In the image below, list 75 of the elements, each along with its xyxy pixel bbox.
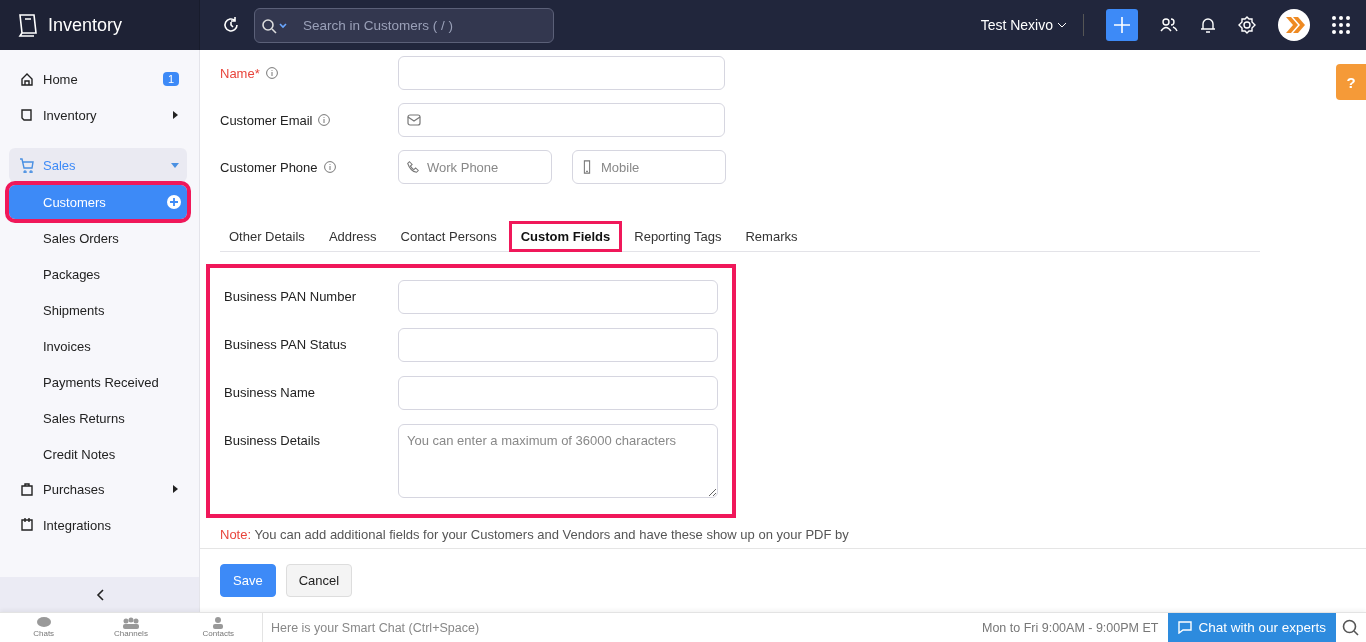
chat-icon (1178, 621, 1193, 634)
text-field[interactable] (398, 280, 718, 314)
cart-icon (19, 157, 35, 173)
sidebar-subitem[interactable]: Sales Orders (9, 221, 187, 255)
field-label: Business PAN Number (224, 288, 357, 304)
plus-icon (1113, 16, 1131, 34)
sidebar-subitem[interactable]: Credit Notes (9, 437, 187, 471)
bell-icon[interactable] (1200, 16, 1216, 34)
details-textarea[interactable]: You can enter a maximum of 36000 characters (398, 424, 718, 498)
caret-right-icon (171, 485, 179, 493)
footer-tab[interactable]: Chats (0, 613, 88, 642)
footer-tab[interactable]: Channels (87, 613, 175, 642)
note-text: Note: You can add additional fields for your Customers and Vendors and have these show up on your PDF by (220, 526, 850, 544)
plus-circle-icon[interactable] (167, 195, 181, 209)
field-label: Name* (220, 65, 260, 81)
bag-icon (19, 481, 35, 497)
field-label: Customer Phone (220, 159, 318, 175)
sidebar-label: Integrations (43, 517, 112, 533)
chat-with-experts-button[interactable]: Chat with our experts (1168, 613, 1336, 642)
home-icon (19, 71, 35, 87)
chat-bubble-icon (34, 617, 53, 629)
search-icon[interactable] (261, 17, 287, 34)
search-icon[interactable] (1342, 618, 1360, 637)
sidebar-item[interactable]: Integrations (9, 508, 187, 542)
footer-tab[interactable]: Contacts (174, 613, 262, 642)
sidebar-item[interactable]: Inventory (9, 98, 187, 132)
phone-icon (406, 160, 420, 174)
tab[interactable]: Contact Persons (391, 224, 506, 249)
app-grid-icon[interactable] (1332, 16, 1350, 34)
tab[interactable]: Remarks (736, 224, 807, 249)
sidebar-subitem[interactable]: Payments Received (9, 365, 187, 399)
count-badge: 1 (162, 72, 179, 86)
phone-field[interactable]: Work Phone (398, 150, 552, 184)
book-icon (16, 13, 40, 37)
sidebar-label: Sales (43, 157, 77, 173)
field-label: Business Details (224, 432, 322, 448)
settings-icon[interactable] (1238, 16, 1256, 34)
text-field[interactable] (398, 328, 718, 362)
envelope-icon (407, 114, 421, 126)
field-label: Business Name (224, 384, 317, 400)
sidebar-label: Inventory (43, 107, 98, 123)
sidebar-label: Purchases (43, 481, 106, 497)
info-icon (323, 161, 336, 173)
phone-field[interactable]: Mobile (572, 150, 726, 184)
organization-menu[interactable]: Test Nexivo (980, 17, 1067, 33)
sidebar-item[interactable]: Home 1 (9, 62, 187, 96)
tab[interactable]: Address (319, 224, 386, 249)
info-icon (318, 114, 331, 126)
chevron-down-icon (1057, 22, 1067, 28)
tab[interactable]: Custom Fields (511, 224, 620, 249)
search-field[interactable]: Search in Customers ( / ) (254, 7, 554, 43)
sidebar-item[interactable]: Purchases (9, 472, 187, 506)
sidebar-label: Home (43, 71, 79, 87)
email-field[interactable] (398, 103, 725, 137)
caret-down-icon (171, 161, 179, 169)
info-icon (265, 67, 278, 79)
add-button[interactable] (1106, 9, 1138, 41)
caret-right-icon (171, 111, 179, 119)
sidebar-subitem[interactable]: Sales Returns (9, 401, 187, 435)
history-icon[interactable] (222, 16, 240, 34)
tab[interactable]: Other Details (220, 224, 314, 249)
group-icon (122, 617, 140, 629)
sidebar-subitem[interactable]: Invoices (9, 329, 187, 363)
text-field[interactable] (398, 376, 718, 410)
cancel-button[interactable]: Cancel (285, 564, 353, 597)
chevron-left-icon (95, 588, 104, 601)
tab[interactable]: Reporting Tags (625, 224, 731, 249)
avatar-icon[interactable] (1278, 9, 1310, 41)
users-icon[interactable] (1160, 17, 1178, 33)
sidebar-subitem[interactable]: Shipments (9, 293, 187, 327)
app-title: Inventory (48, 14, 123, 36)
field-label: Customer Email (220, 112, 313, 128)
field-label: Business PAN Status (224, 336, 348, 352)
sidebar-subitem[interactable]: Packages (9, 257, 187, 291)
support-hours: Mon to Fri 9:00AM - 9:00PM ET (982, 620, 1159, 635)
